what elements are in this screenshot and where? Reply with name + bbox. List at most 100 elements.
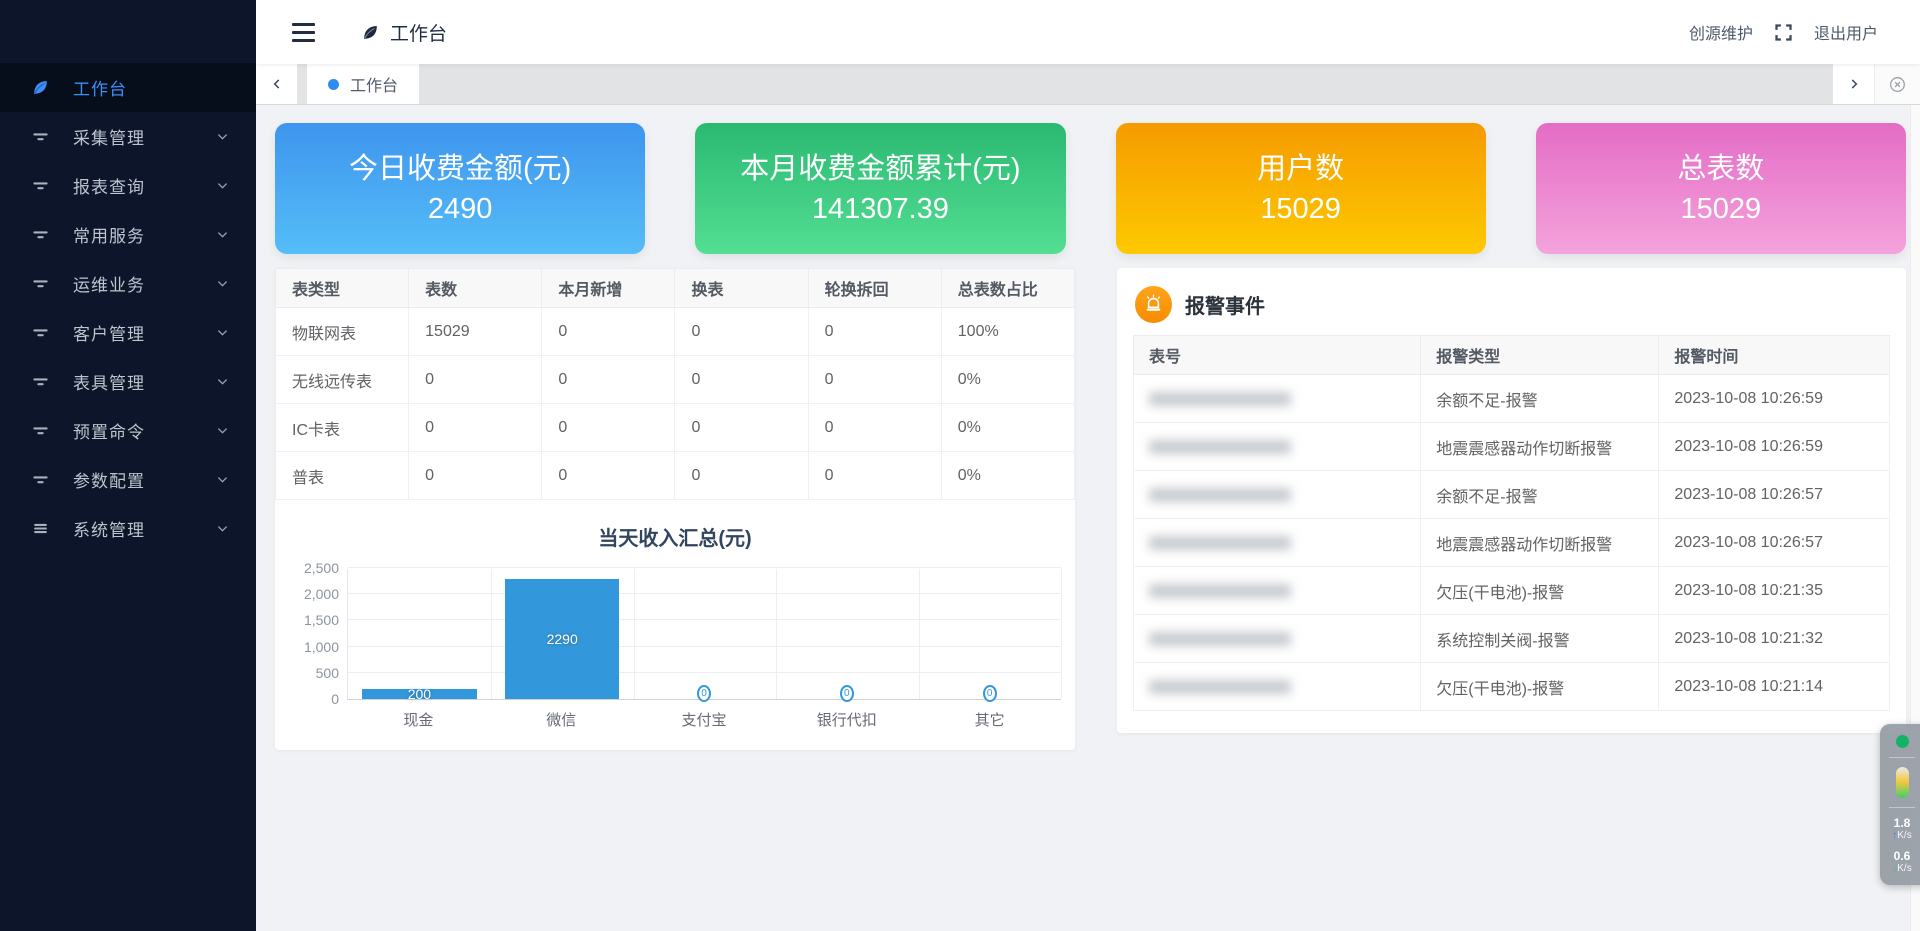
y-axis-tick-label: 1,500 [304, 612, 339, 628]
sidebar-item-label: 常用服务 [73, 222, 215, 247]
meter-table-cell: 0 [409, 404, 542, 452]
alarm-time-cell: 2023-10-08 10:26:57 [1659, 471, 1890, 519]
alarm-type-cell: 余额不足-报警 [1421, 471, 1659, 519]
sidebar-item-7[interactable]: 预置命令 [0, 406, 256, 455]
stat-card-value: 15029 [1681, 190, 1762, 229]
sidebar-item-1[interactable]: 采集管理 [0, 112, 256, 161]
alarm-meter-number-cell [1134, 567, 1421, 615]
tabs-scroll-left-button[interactable] [256, 64, 298, 104]
table-row: 系统控制关阀-报警2023-10-08 10:21:32 [1134, 615, 1890, 663]
sidebar-item-2[interactable]: 报表查询 [0, 161, 256, 210]
alarm-type-cell: 余额不足-报警 [1421, 375, 1659, 423]
download-speed: 0.6 ↓K/s [1892, 850, 1911, 874]
meter-summary-panel: 表类型表数本月新增换表轮换拆回总表数占比 物联网表15029000100%无线远… [275, 268, 1075, 750]
stat-card-1: 本月收费金额累计(元)141307.39 [695, 123, 1065, 254]
y-axis-tick-label: 1,000 [304, 639, 339, 655]
alarm-meter-number-cell [1134, 471, 1421, 519]
download-speed-value: 0.6 [1892, 850, 1911, 863]
tabs-scroll-right-button[interactable] [1832, 64, 1874, 104]
user-name-link[interactable]: 创源维护 [1689, 20, 1753, 44]
zero-value-marker: 0 [840, 685, 854, 702]
table-row: 欠压(干电池)-报警2023-10-08 10:21:14 [1134, 663, 1890, 711]
alarm-meter-number-cell [1134, 615, 1421, 663]
x-axis-category-label: 支付宝 [633, 709, 776, 730]
sidebar-item-4[interactable]: 运维业务 [0, 259, 256, 308]
meter-table-body: 物联网表15029000100%无线远传表00000%IC卡表00000%普表0… [276, 308, 1075, 500]
meter-table-cell: 0 [808, 452, 941, 500]
tabs-close-all-icon[interactable] [1874, 64, 1920, 104]
zero-value-marker: 0 [983, 685, 997, 702]
redacted-meter-number [1149, 584, 1291, 598]
alarm-panel-title: 报警事件 [1185, 290, 1265, 319]
logout-button[interactable]: 退出用户 [1814, 20, 1878, 44]
meter-table-header-cell: 表类型 [276, 269, 409, 308]
alarm-bell-icon [1135, 286, 1172, 323]
filter-icon [31, 470, 51, 490]
alarm-time-cell: 2023-10-08 10:21:14 [1659, 663, 1890, 711]
meter-table-header-cell: 表数 [409, 269, 542, 308]
tab-strip: 工作台 [298, 64, 1832, 104]
chevron-down-icon [215, 129, 230, 144]
hamburger-menu-icon[interactable] [288, 17, 319, 48]
table-row: 无线远传表00000% [276, 356, 1075, 404]
alarm-table-header-cell: 表号 [1134, 336, 1421, 375]
gridline [348, 619, 1061, 620]
meter-table-cell: 0 [675, 308, 808, 356]
sidebar-item-5[interactable]: 客户管理 [0, 308, 256, 357]
bar-value-label: 200 [348, 685, 491, 703]
meter-table-cell: 0 [808, 308, 941, 356]
alarm-time-cell: 2023-10-08 10:26:59 [1659, 375, 1890, 423]
main-content: 今日收费金额(元)2490 本月收费金额累计(元)141307.39 用户数1502… [256, 105, 1920, 931]
filter-icon [31, 127, 51, 147]
sidebar-item-8[interactable]: 参数配置 [0, 455, 256, 504]
alarm-meter-number-cell [1134, 423, 1421, 471]
stat-card-0: 今日收费金额(元)2490 [275, 123, 645, 254]
table-row: IC卡表00000% [276, 404, 1075, 452]
network-speed-overlay[interactable]: 1.8 ↑K/s 0.6 ↓K/s [1880, 724, 1920, 885]
y-axis-tick-label: 0 [331, 691, 339, 707]
upload-speed-value: 1.8 [1892, 817, 1911, 830]
gridline [348, 593, 1061, 594]
breadcrumb: 工作台 [361, 19, 447, 46]
zero-value-marker: 0 [697, 685, 711, 702]
stat-card-2: 用户数15029 [1116, 123, 1486, 254]
redacted-meter-number [1149, 488, 1291, 502]
status-dot-icon [1896, 735, 1909, 748]
alarm-meter-number-cell [1134, 519, 1421, 567]
meter-table-cell: 0 [542, 452, 675, 500]
meter-table-header-cell: 总表数占比 [941, 269, 1074, 308]
redacted-meter-number [1149, 680, 1291, 694]
redacted-meter-number [1149, 632, 1291, 646]
gridline [634, 569, 635, 699]
meter-table-header-row: 表类型表数本月新增换表轮换拆回总表数占比 [276, 269, 1075, 308]
meter-table-header-cell: 换表 [675, 269, 808, 308]
sidebar-item-9[interactable]: 系统管理 [0, 504, 256, 553]
tab-workbench[interactable]: 工作台 [307, 64, 419, 104]
filter-icon [31, 176, 51, 196]
filter-icon [31, 372, 51, 392]
alarm-time-cell: 2023-10-08 10:26:57 [1659, 519, 1890, 567]
alarm-type-cell: 地震震感器动作切断报警 [1421, 519, 1659, 567]
gridline [1061, 569, 1062, 699]
meter-table-cell: 0 [808, 356, 941, 404]
filter-icon [31, 421, 51, 441]
sidebar-item-0[interactable]: 工作台 [0, 63, 256, 112]
sidebar-item-label: 客户管理 [73, 320, 215, 345]
sidebar-item-label: 预置命令 [73, 418, 215, 443]
alarm-table-header-row: 表号报警类型报警时间 [1134, 336, 1890, 375]
sidebar-item-3[interactable]: 常用服务 [0, 210, 256, 259]
meter-table-cell: 普表 [276, 452, 409, 500]
meter-table-cell: 0% [941, 404, 1074, 452]
sidebar-item-6[interactable]: 表具管理 [0, 357, 256, 406]
fullscreen-icon[interactable] [1773, 22, 1794, 43]
meter-table-header-cell: 轮换拆回 [808, 269, 941, 308]
filter-icon [31, 323, 51, 343]
table-row: 余额不足-报警2023-10-08 10:26:59 [1134, 375, 1890, 423]
bar-value-label: 2290 [491, 630, 634, 648]
meter-table-cell: 0 [542, 308, 675, 356]
stat-card-title: 本月收费金额累计(元) [740, 148, 1020, 190]
table-row: 余额不足-报警2023-10-08 10:26:57 [1134, 471, 1890, 519]
table-row: 地震震感器动作切断报警2023-10-08 10:26:59 [1134, 423, 1890, 471]
filter-icon [31, 274, 51, 294]
meter-table-cell: 0 [409, 452, 542, 500]
